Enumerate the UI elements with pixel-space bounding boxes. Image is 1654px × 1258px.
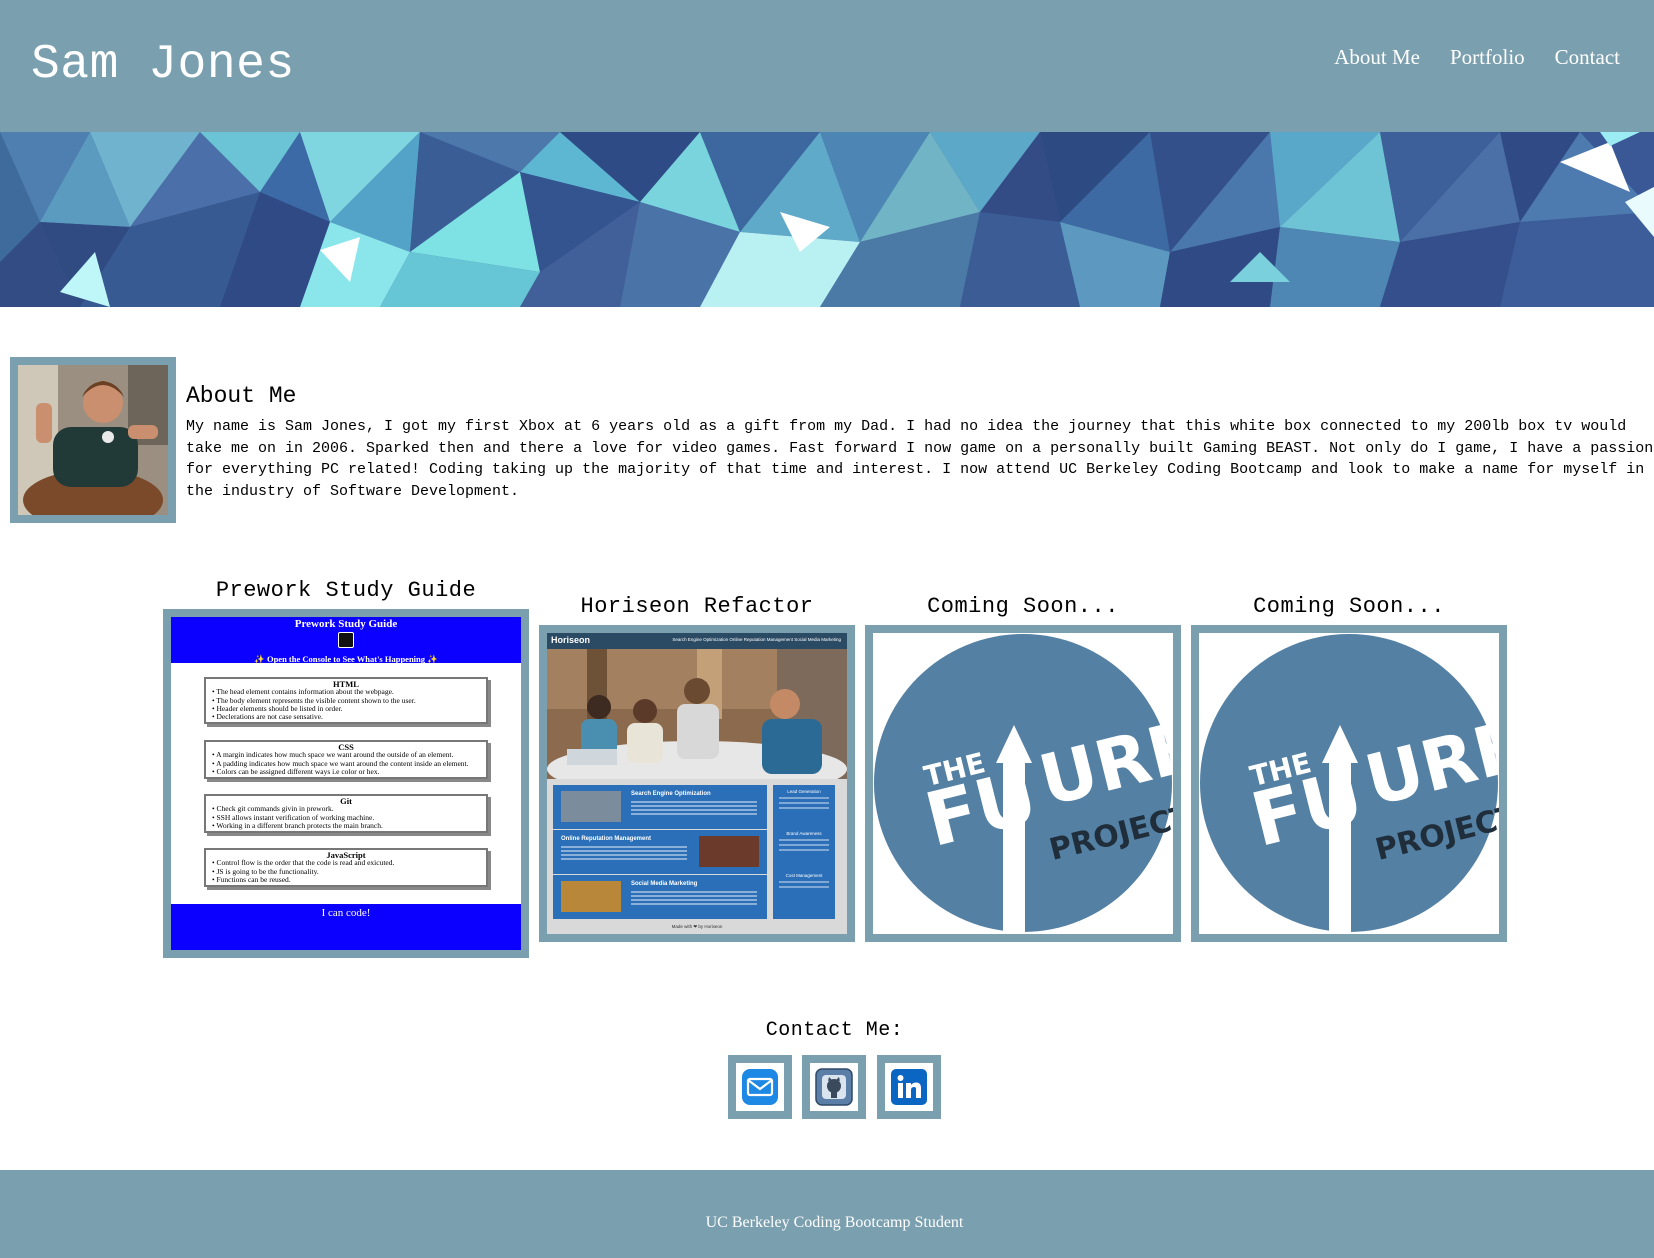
horiseon-thumbnail: Horiseon Search Engine Optimization Onli… <box>547 633 847 934</box>
portfolio-card-horiseon[interactable]: Horiseon Search Engine Optimization Onli… <box>539 625 855 942</box>
horiseon-block-seo: Search Engine Optimization <box>553 785 767 829</box>
portfolio-title-prework: Prework Study Guide <box>215 578 477 603</box>
horiseon-hero-image <box>547 649 847 779</box>
prework-section-git: Git • Check git commands givin in prewor… <box>204 794 488 834</box>
github-badge-icon <box>338 632 354 648</box>
low-poly-background-image <box>0 132 1654 307</box>
nav-contact[interactable]: Contact <box>1555 45 1620 70</box>
mail-icon <box>742 1069 778 1105</box>
linkedin-icon <box>891 1069 927 1105</box>
portfolio-card-coming-soon-2[interactable]: THE FU URE PROJECT <box>1191 625 1507 942</box>
portfolio-title-horiseon: Horiseon Refactor <box>580 594 814 619</box>
horiseon-sidebar: Lead Generation Brand Awareness Cost Man… <box>773 785 835 919</box>
prework-section-css: CSS • A margin indicates how much space … <box>204 740 488 780</box>
future-project-logo: THE FU URE PROJECT <box>873 633 1173 934</box>
site-footer: UC Berkeley Coding Bootcamp Student <box>0 1170 1654 1258</box>
profile-photo <box>18 365 168 515</box>
prework-thumb-subheading: ✨ Open the Console to See What's Happeni… <box>254 654 438 664</box>
portfolio-card-coming-soon-1[interactable]: THE FU URE PROJECT <box>865 625 1181 942</box>
github-icon <box>815 1068 853 1106</box>
prework-section-javascript: JavaScript • Control flow is the order t… <box>204 848 488 888</box>
horiseon-block-reputation: Online Reputation Management <box>553 830 767 874</box>
contact-heading: Contact Me: <box>765 1019 904 1042</box>
horiseon-nav: Search Engine Optimization Online Reputa… <box>672 637 841 642</box>
horiseon-logo: Horiseon <box>551 635 591 645</box>
portfolio-card-prework[interactable]: Prework Study Guide ✨ Open the Console t… <box>163 609 529 958</box>
main-nav: About Me Portfolio Contact <box>1334 45 1620 70</box>
nav-about-me[interactable]: About Me <box>1334 45 1420 70</box>
prework-thumbnail: Prework Study Guide ✨ Open the Console t… <box>171 617 521 950</box>
prework-section-html: HTML • The head element contains informa… <box>204 677 488 725</box>
email-link[interactable] <box>728 1055 792 1119</box>
site-title: Sam Jones <box>31 38 295 92</box>
profile-photo-frame <box>10 357 176 523</box>
horiseon-block-social: Social Media Marketing <box>553 875 767 919</box>
nav-portfolio[interactable]: Portfolio <box>1450 45 1525 70</box>
about-heading: About Me <box>186 383 297 409</box>
portfolio-title-coming-soon-2: Coming Soon... <box>1253 594 1445 619</box>
horiseon-footer: Made with ❤ by Horiseon <box>671 924 723 929</box>
footer-text: UC Berkeley Coding Bootcamp Student <box>705 1214 964 1231</box>
portfolio-title-coming-soon-1: Coming Soon... <box>927 594 1119 619</box>
github-link[interactable] <box>802 1055 866 1119</box>
prework-thumb-footer: I can code! <box>171 904 521 950</box>
linkedin-link[interactable] <box>877 1055 941 1119</box>
site-header: Sam Jones About Me Portfolio Contact <box>0 0 1654 132</box>
about-paragraph: My name is Sam Jones, I got my first Xbo… <box>186 418 1654 500</box>
future-project-logo: THE FU URE PROJECT <box>1199 633 1499 934</box>
prework-thumb-heading: Prework Study Guide <box>294 618 398 630</box>
hero-banner <box>0 132 1654 307</box>
